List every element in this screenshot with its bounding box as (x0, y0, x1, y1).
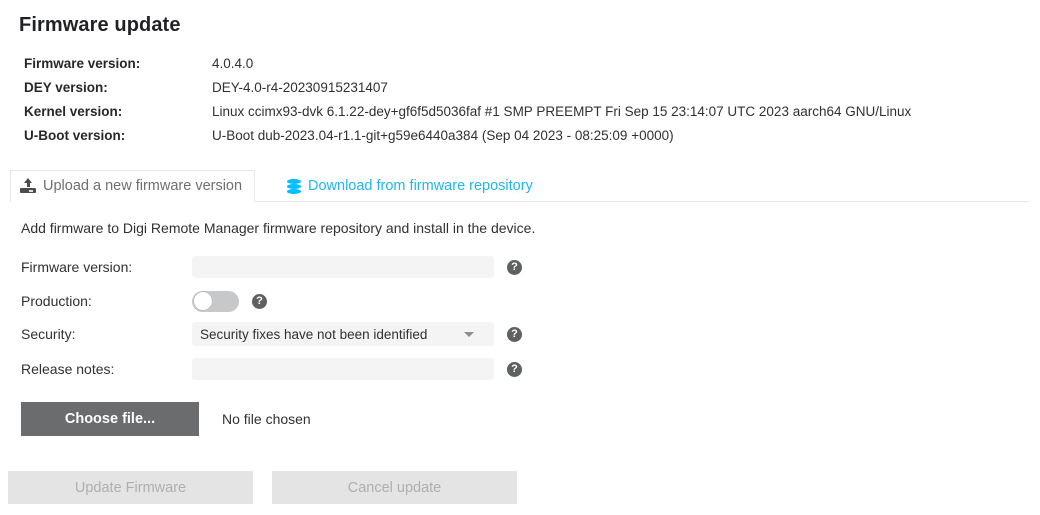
info-value-firmware-version: 4.0.4.0 (212, 56, 254, 71)
form-row-security: Security: Security fixes have not been i… (21, 322, 541, 346)
tab-upload-firmware-label: Upload a new firmware version (43, 178, 243, 194)
label-production: Production: (21, 293, 92, 309)
upload-icon (20, 178, 36, 194)
tab-upload-firmware[interactable]: Upload a new firmware version (10, 170, 256, 202)
label-security: Security: (21, 326, 76, 342)
info-label-dey-version: DEY version: (24, 80, 108, 95)
form-description: Add firmware to Digi Remote Manager firm… (21, 220, 536, 236)
help-icon-production[interactable]: ? (252, 293, 267, 309)
table-row: Firmware version: 4.0.4.0 (24, 56, 911, 80)
choose-file-button[interactable]: Choose file... (21, 402, 199, 436)
help-icon-firmware-version[interactable]: ? (507, 259, 522, 275)
help-icon-security[interactable]: ? (507, 326, 522, 342)
tab-download-repository[interactable]: Download from firmware repository (277, 170, 543, 202)
table-row: DEY version: DEY-4.0-r4-20230915231407 (24, 80, 911, 104)
release-notes-input[interactable] (192, 358, 494, 380)
toggle-knob (193, 292, 212, 310)
device-info-table: Firmware version: 4.0.4.0 DEY version: D… (24, 56, 911, 152)
info-value-uboot-version: U-Boot dub-2023.04-r1.1-git+g59e6440a384… (212, 128, 674, 143)
info-label-firmware-version: Firmware version: (24, 56, 141, 71)
button-gap (253, 471, 272, 504)
tab-download-repository-label: Download from firmware repository (308, 178, 533, 194)
database-icon (287, 178, 301, 194)
page-title: Firmware update (19, 14, 181, 36)
chevron-down-icon (464, 332, 474, 337)
info-label-kernel-version: Kernel version: (24, 104, 123, 119)
cancel-update-button[interactable]: Cancel update (272, 471, 517, 504)
form-row-release-notes: Release notes: ? (21, 357, 541, 381)
table-row: U-Boot version: U-Boot dub-2023.04-r1.1-… (24, 128, 911, 152)
form-row-firmware-version: Firmware version: ? (21, 255, 541, 279)
file-chosen-status: No file chosen (222, 411, 311, 427)
firmware-update-page: Firmware update Firmware version: 4.0.4.… (0, 0, 1040, 515)
security-select-value: Security fixes have not been identified (200, 326, 428, 342)
label-firmware-version: Firmware version: (21, 259, 133, 275)
tab-strip: Upload a new firmware version Download f… (10, 170, 1030, 202)
form-row-production: Production: ? (21, 289, 541, 313)
help-icon-release-notes[interactable]: ? (507, 361, 522, 377)
update-firmware-button[interactable]: Update Firmware (8, 471, 253, 504)
info-value-kernel-version: Linux ccimx93-dvk 6.1.22-dey+gf6f5d5036f… (212, 104, 912, 119)
table-row: Kernel version: Linux ccimx93-dvk 6.1.22… (24, 104, 911, 128)
info-label-uboot-version: U-Boot version: (24, 128, 126, 143)
security-select[interactable]: Security fixes have not been identified (192, 322, 494, 346)
label-release-notes: Release notes: (21, 361, 115, 377)
action-bar: Update Firmware Cancel update (8, 471, 517, 504)
file-picker-row: Choose file... No file chosen (21, 402, 311, 436)
firmware-version-input[interactable] (192, 256, 494, 278)
production-toggle[interactable] (192, 290, 239, 312)
info-value-dey-version: DEY-4.0-r4-20230915231407 (212, 80, 388, 95)
